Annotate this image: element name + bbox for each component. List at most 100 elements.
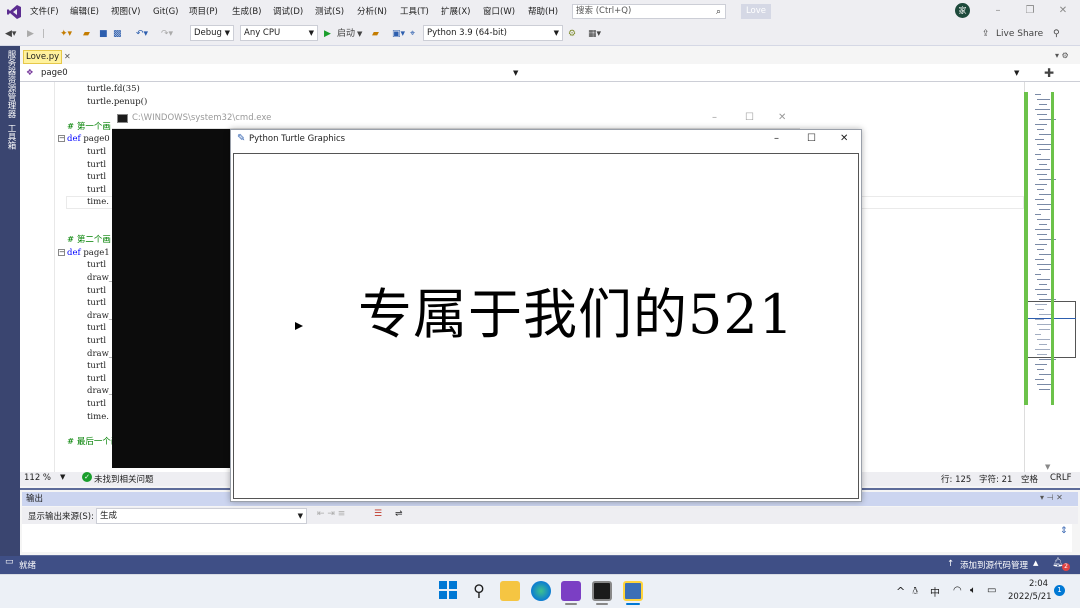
function-combo[interactable]: page0 — [41, 66, 68, 80]
battery-icon[interactable]: ▭ — [987, 585, 996, 596]
config-combo[interactable]: Debug ▼ — [190, 25, 234, 41]
start-icon[interactable]: ▶ — [324, 26, 331, 42]
minimap-code-line — [1039, 149, 1050, 150]
platform-combo[interactable]: Any CPU ▼ — [240, 25, 318, 41]
minimap-viewport[interactable] — [1024, 301, 1076, 358]
tab-love-py[interactable]: Love.py — [23, 50, 62, 64]
open-folder-icon[interactable]: ▰ — [83, 26, 90, 42]
save-icon[interactable]: ■ — [99, 26, 108, 42]
undo-icon[interactable]: ↶▾ — [136, 26, 148, 42]
clock-time[interactable]: 2:04 — [1029, 579, 1048, 589]
menu-window[interactable]: 窗口(W) — [483, 5, 515, 19]
menu-test[interactable]: 测试(S) — [315, 5, 344, 19]
chevron-down-icon[interactable]: ▼ — [60, 473, 65, 481]
clock-date[interactable]: 2022/5/21 — [1008, 592, 1052, 602]
search-box[interactable]: 搜索 (Ctrl+Q) ⌕ — [572, 4, 726, 19]
toolbox-tab[interactable]: 工具箱 — [5, 124, 17, 150]
layout-icon[interactable]: ▦▾ — [588, 26, 601, 42]
cmd-maximize-button[interactable]: ☐ — [745, 112, 754, 123]
turtle-cursor-icon — [295, 322, 303, 330]
maximize-button[interactable]: ❐ — [1022, 4, 1038, 18]
turtle-minimize-button[interactable]: – — [774, 133, 779, 144]
code-line: draw_ — [87, 273, 114, 283]
server-explorer-tab[interactable]: 服务器资源管理器 — [5, 50, 17, 118]
cmd-minimize-button[interactable]: – — [712, 112, 717, 123]
word-wrap-icon[interactable]: ⇌ — [395, 509, 403, 519]
output-text-area[interactable] — [22, 524, 1072, 552]
cmd-close-button[interactable]: ✕ — [778, 112, 786, 123]
new-project-icon[interactable]: ✦▾ — [60, 26, 72, 42]
minimap-code-line — [1035, 184, 1047, 185]
menu-analyze[interactable]: 分析(N) — [357, 5, 387, 19]
wifi-icon[interactable]: ◠ — [953, 585, 962, 596]
feedback-icon[interactable]: ⚲ — [1053, 26, 1060, 42]
save-all-icon[interactable]: ▩ — [113, 26, 122, 42]
add-source-control[interactable]: 添加到源代码管理 — [960, 559, 1028, 571]
start-label[interactable]: 启动 — [337, 26, 355, 42]
python-icon[interactable] — [623, 581, 643, 601]
collapse-toggle-icon[interactable]: − — [58, 135, 65, 143]
file-explorer-icon[interactable] — [500, 581, 520, 601]
find-icon[interactable]: ⌖ — [410, 26, 415, 42]
turtle-maximize-button[interactable]: ☐ — [807, 133, 816, 144]
menu-file[interactable]: 文件(F) — [30, 5, 59, 19]
menu-project[interactable]: 项目(P) — [189, 5, 218, 19]
tab-overflow-icon[interactable]: ▾ ⚙ — [1055, 51, 1069, 60]
notification-badge[interactable]: 1 — [1054, 585, 1065, 596]
close-tab-icon[interactable]: ✕ — [64, 52, 71, 61]
menu-view[interactable]: 视图(V) — [111, 5, 140, 19]
split-icon[interactable]: ✚ — [1044, 66, 1054, 80]
screenshot-icon[interactable]: ▣▾ — [392, 26, 405, 42]
menu-tools[interactable]: 工具(T) — [400, 5, 429, 19]
upload-icon[interactable]: ↑ — [947, 559, 954, 569]
live-share-icon[interactable]: ⇪ — [982, 26, 990, 42]
clear-all-icon[interactable]: ☰ — [374, 509, 382, 519]
menu-debug[interactable]: 调试(D) — [273, 5, 303, 19]
left-tool-strip: 服务器资源管理器 工具箱 — [0, 46, 20, 556]
folder-icon[interactable]: ▰ — [372, 26, 379, 42]
menu-extensions[interactable]: 扩展(X) — [441, 5, 470, 19]
chevron-down-icon: ▼ — [308, 29, 314, 37]
search-icon[interactable]: ⚲ — [469, 581, 489, 601]
collapse-toggle-icon[interactable]: − — [58, 248, 65, 256]
issues-status[interactable]: 未找到相关问题 — [94, 473, 154, 485]
output-source-value: 生成 — [100, 511, 118, 521]
tray-chevron-icon[interactable]: ^ — [896, 585, 905, 598]
avatar[interactable]: 家 — [955, 3, 970, 18]
edge-icon[interactable] — [531, 581, 551, 601]
qq-icon[interactable]: 🐧︎ — [912, 585, 918, 598]
panel-controls-icon[interactable]: ▾ ⊣ ✕ — [1040, 493, 1063, 502]
python-env-combo[interactable]: Python 3.9 (64-bit) ▼ — [423, 25, 563, 41]
live-share-button[interactable]: Live Share — [996, 26, 1043, 42]
volume-icon[interactable]: 🔈︎ — [970, 585, 976, 596]
zoom-level[interactable]: 112 % — [24, 473, 51, 483]
menu-git[interactable]: Git(G) — [153, 5, 179, 19]
menu-edit[interactable]: 编辑(E) — [70, 5, 99, 19]
menu-help[interactable]: 帮助(H) — [528, 5, 558, 19]
minimize-button[interactable]: – — [990, 4, 1006, 18]
code-line: turtl — [87, 184, 107, 195]
chevron-down-icon[interactable]: ▼ — [513, 66, 518, 80]
package-icon[interactable]: ⚙ — [568, 26, 576, 42]
chevron-down-icon[interactable]: ▼ — [1014, 66, 1019, 80]
scroll-down-icon[interactable]: ▼ — [1045, 463, 1050, 471]
close-button[interactable]: ✕ — [1055, 4, 1071, 18]
minimap-caret-line — [1024, 318, 1076, 319]
output-source-combo[interactable]: 生成 ▼ — [96, 508, 307, 524]
cmd-icon[interactable] — [592, 581, 612, 601]
output-scroll-icon[interactable]: ⇕ — [1060, 526, 1068, 536]
col-indicator: 字符: 21 — [979, 475, 1013, 485]
code-line: time. — [87, 197, 109, 208]
chevron-down-icon[interactable]: ▼ — [357, 26, 362, 42]
start-icon[interactable] — [439, 581, 459, 601]
forward-icon[interactable]: ▶ — [27, 26, 34, 42]
menu-build[interactable]: 生成(B) — [232, 5, 261, 19]
find-message-icon[interactable]: ⇤ ⇥ ≡ — [317, 509, 345, 519]
chevron-up-icon[interactable]: ▲ — [1033, 559, 1038, 567]
redo-icon[interactable]: ↷▾ — [161, 26, 173, 42]
ime-indicator[interactable]: 中 — [930, 584, 940, 599]
minimap-code-line — [1035, 199, 1044, 200]
visual-studio-icon[interactable] — [561, 581, 581, 601]
back-icon[interactable]: ◀▾ — [5, 26, 16, 42]
turtle-close-button[interactable]: ✕ — [840, 133, 848, 144]
